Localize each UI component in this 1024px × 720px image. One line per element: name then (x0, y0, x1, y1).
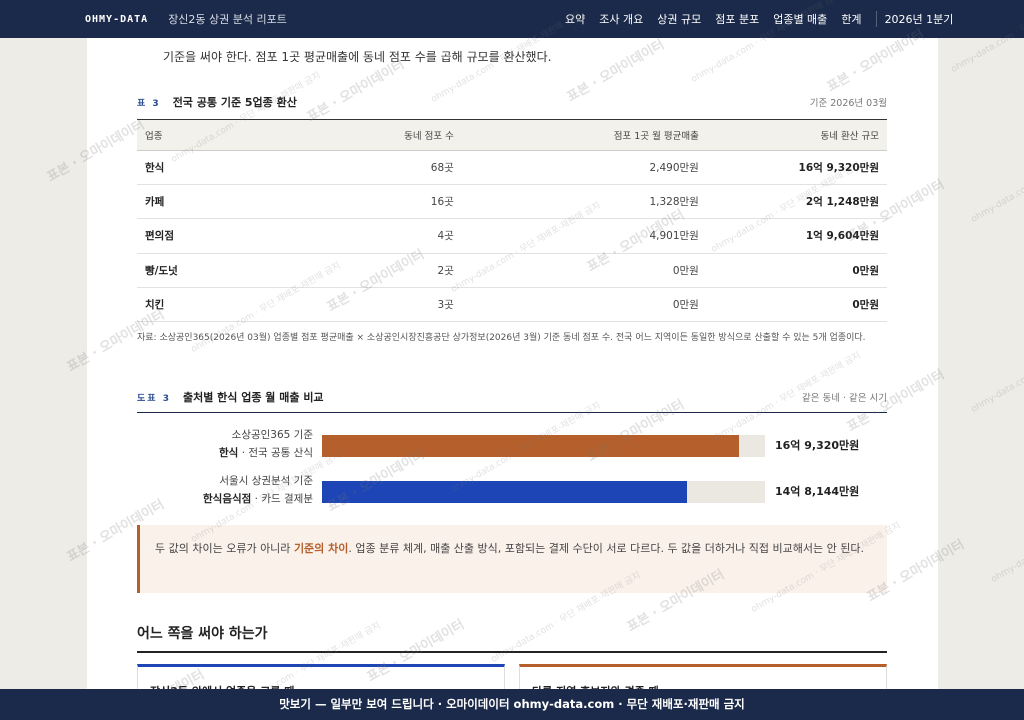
watermark-text-small: ohmy-data.com · 무단 재배포·재판매 금지 (969, 321, 1024, 415)
preview-footer: 맛보기 — 일부만 보여 드립니다 · 오마이데이터 ohmy-data.com… (0, 689, 1024, 720)
bar-method: · 카드 결제분 (254, 493, 313, 505)
section-heading: 어느 쪽을 써야 하는가 (137, 626, 268, 642)
bar-row: 소상공인365 기준 한식 · 전국 공통 산식 16억 9,320만원 (137, 426, 887, 466)
col-scale: 동네 환산 규모 (698, 119, 887, 151)
bar-source: 서울시 상권분석 기준 (219, 475, 313, 487)
bar-value-label: 14억 8,144만원 (775, 485, 860, 498)
cell-store-count: 16곳 (223, 184, 454, 220)
nav-item-summary[interactable]: 요약 (565, 11, 585, 27)
bar-fill-sbiz365 (322, 435, 739, 457)
table-row: 카페 16곳 1,328만원 2억 1,248만원 (137, 184, 887, 220)
table-header: 표 3 전국 공통 기준 5업종 환산 기준 2026년 03월 (137, 94, 887, 110)
cell-avg-sales: 1,328만원 (453, 184, 699, 220)
bar-label: 서울시 상권분석 기준 한식음식점 · 카드 결제분 (203, 472, 313, 508)
table-source-note: 자료: 소상공인365(2026년 03월) 업종별 점포 평균매출 × 소상공… (137, 333, 866, 343)
nav-item-survey[interactable]: 조사 개요 (599, 11, 643, 27)
bar-track (322, 481, 765, 503)
bar-fill-seoul (322, 481, 687, 503)
bar-row: 서울시 상권분석 기준 한식음식점 · 카드 결제분 14억 8,144만원 (137, 472, 887, 512)
cell-avg-sales: 2,490만원 (453, 150, 699, 186)
bar-method: · 전국 공통 산식 (241, 447, 313, 459)
figure-header: 도표 3 출처별 한식 업종 월 매출 비교 같은 동네 · 같은 시기 (137, 389, 887, 405)
callout-emphasis: 기준의 차이 (293, 542, 349, 555)
cell-scale: 0만원 (698, 287, 887, 322)
table-date-note: 기준 2026년 03월 (809, 98, 887, 109)
watermark-text-small: ohmy-data.com · 무단 재배포·재판매 금지 (969, 131, 1024, 225)
col-store-count: 동네 점포 수 (223, 119, 454, 151)
cell-store-count: 3곳 (223, 287, 454, 322)
table-title: 전국 공통 기준 5업종 환산 (172, 96, 297, 109)
card-choose-industry[interactable]: 장신2동 안에서 업종을 고를 때 (137, 664, 505, 690)
nav-menu: 요약 조사 개요 상권 규모 점포 분포 업종별 매출 한계 2026년 1분기 (565, 0, 967, 38)
col-industry: 업종 (137, 119, 224, 151)
table-row: 빵/도넛 2곳 0만원 0만원 (137, 253, 887, 288)
callout-text-before: 두 값의 차이는 오류가 아니라 (155, 542, 294, 555)
cell-scale: 2억 1,248만원 (698, 184, 887, 220)
nav-item-limits[interactable]: 한계 (841, 11, 861, 27)
nav-item-sales-by-industry[interactable]: 업종별 매출 (773, 11, 827, 27)
cell-industry: 카페 (137, 184, 224, 220)
report-title: 장신2동 상권 분석 리포트 (168, 13, 287, 26)
nav-item-market-size[interactable]: 상권 규모 (657, 11, 701, 27)
top-nav: OHMY-DATA 장신2동 상권 분석 리포트 요약 조사 개요 상권 규모 … (0, 0, 1024, 38)
figure-rule (137, 412, 887, 413)
table-row: 한식 68곳 2,490만원 16억 9,320만원 (137, 150, 887, 186)
cell-store-count: 2곳 (223, 253, 454, 288)
table-row: 편의점 4곳 4,901만원 1억 9,604만원 (137, 218, 887, 254)
industry-scale-table: 업종 동네 점포 수 점포 1곳 월 평균매출 동네 환산 규모 한식 68곳 … (137, 119, 887, 322)
intro-text: 기준을 써야 한다. 점포 1곳 평균매출에 동네 점포 수를 곱해 규모를 환… (163, 50, 552, 64)
cell-store-count: 4곳 (223, 218, 454, 254)
report-page: 기준을 써야 한다. 점포 1곳 평균매출에 동네 점포 수를 곱해 규모를 환… (87, 38, 938, 690)
period-label: 2026년 1분기 (875, 11, 953, 27)
bar-track (322, 435, 765, 457)
cell-avg-sales: 4,901만원 (453, 218, 699, 254)
nav-item-store-distribution[interactable]: 점포 분포 (715, 11, 759, 27)
cell-store-count: 68곳 (223, 150, 454, 186)
callout-box: 두 값의 차이는 오류가 아니라 기준의 차이. 업종 분류 체계, 매출 산출… (137, 525, 887, 593)
callout-text-after: . 업종 분류 체계, 매출 산출 방식, 포함되는 결제 수단이 서로 다르다… (348, 542, 864, 555)
figure-note: 같은 동네 · 같은 시기 (801, 393, 887, 404)
bar-label: 소상공인365 기준 한식 · 전국 공통 산식 (219, 426, 313, 462)
brand-logo[interactable]: OHMY-DATA (85, 14, 148, 25)
bar-category: 한식 (219, 447, 239, 459)
cell-scale: 16억 9,320만원 (698, 150, 887, 186)
card-compare-region[interactable]: 다른 지역 후보지와 견줄 때 (519, 664, 887, 690)
cell-avg-sales: 0만원 (453, 287, 699, 322)
table-row: 치킨 3곳 0만원 0만원 (137, 287, 887, 322)
table-header-row: 업종 동네 점포 수 점포 1곳 월 평균매출 동네 환산 규모 (137, 119, 887, 151)
cell-industry: 편의점 (137, 218, 224, 254)
bar-value-label: 16억 9,320만원 (775, 439, 860, 452)
cell-avg-sales: 0만원 (453, 253, 699, 288)
bar-source: 소상공인365 기준 (231, 429, 313, 441)
cell-industry: 빵/도넛 (137, 253, 224, 288)
figure-tag: 도표 3 (137, 393, 171, 404)
cell-industry: 한식 (137, 150, 224, 186)
figure-title: 출처별 한식 업종 월 매출 비교 (182, 391, 324, 404)
table-tag: 표 3 (137, 98, 161, 109)
cell-scale: 1억 9,604만원 (698, 218, 887, 254)
watermark-text-small: ohmy-data.com · 무단 재배포·재판매 금지 (989, 491, 1024, 585)
col-avg-sales: 점포 1곳 월 평균매출 (453, 119, 699, 151)
cell-industry: 치킨 (137, 287, 224, 322)
section-rule (137, 651, 887, 653)
bar-category: 한식음식점 (203, 493, 252, 505)
cell-scale: 0만원 (698, 253, 887, 288)
